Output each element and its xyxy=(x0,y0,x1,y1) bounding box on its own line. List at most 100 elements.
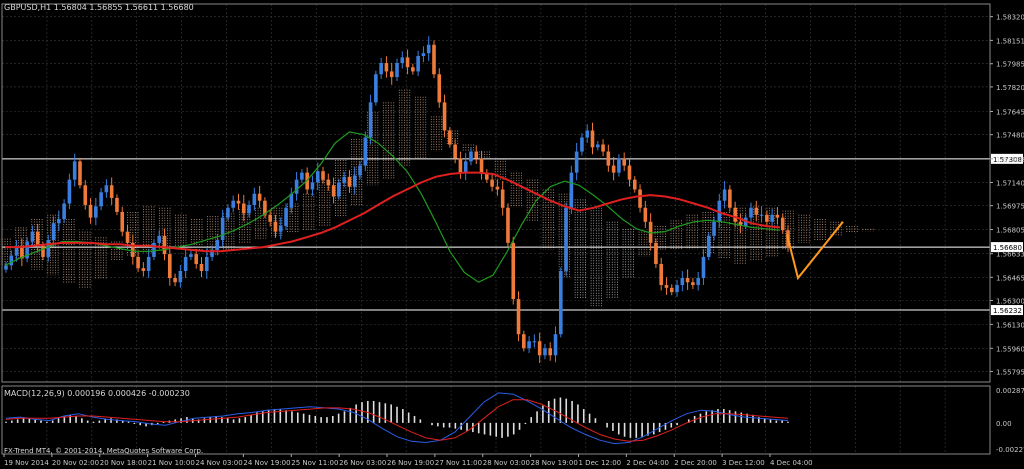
candle-body xyxy=(691,282,695,286)
candle-body xyxy=(701,256,706,279)
candle-body xyxy=(310,182,315,190)
y-tick-label: 1.58151 xyxy=(996,37,1024,45)
candle-body xyxy=(384,63,389,72)
candle-body xyxy=(722,189,727,201)
candle-body xyxy=(527,341,531,349)
y-tick-label: 1.55795 xyxy=(996,368,1024,376)
x-tick-label: 27 Nov 11:00 xyxy=(435,459,482,467)
candle-body xyxy=(669,287,674,293)
candle-body xyxy=(83,185,88,205)
y-tick-label: 1.57645 xyxy=(996,108,1024,116)
x-tick-label: 20 Nov 02:00 xyxy=(52,459,99,467)
candle-body xyxy=(273,221,278,232)
candle-body xyxy=(30,231,35,242)
x-tick-label: 26 Nov 03:00 xyxy=(339,459,386,467)
candle-body xyxy=(574,151,579,173)
candle-body xyxy=(712,221,716,236)
candle-body xyxy=(72,161,77,180)
candle-body xyxy=(236,200,241,204)
candle-body xyxy=(284,207,288,227)
x-tick-label: 3 Dec 12:00 xyxy=(722,459,765,467)
candle-body xyxy=(511,242,516,300)
candle-body xyxy=(770,214,774,222)
candle-body xyxy=(247,204,251,214)
candle-body xyxy=(88,204,93,218)
y-tick-label: 1.57985 xyxy=(996,61,1024,69)
x-tick-label: 24 Nov 03:00 xyxy=(196,459,243,467)
candle-body xyxy=(548,348,553,356)
y-tick-label: 1.57820 xyxy=(996,84,1024,92)
candle-body xyxy=(252,193,257,205)
candle-body xyxy=(109,185,114,198)
candle-body xyxy=(606,151,611,166)
candle-body xyxy=(199,263,204,271)
y-tick-label: 1.56130 xyxy=(996,321,1024,329)
candle-body xyxy=(136,256,140,269)
candle-body xyxy=(51,223,56,241)
candle-body xyxy=(426,44,431,54)
candle-body xyxy=(590,130,595,148)
candle-body xyxy=(706,235,711,257)
candle-body xyxy=(696,278,700,286)
candle-body xyxy=(733,207,737,222)
candle-body xyxy=(680,278,685,286)
candle-body xyxy=(632,179,637,190)
candle-body xyxy=(580,137,584,152)
y-tick-label: 1.56465 xyxy=(996,274,1024,282)
candle-body xyxy=(437,74,442,103)
candle-body xyxy=(57,218,61,224)
candle-body xyxy=(537,341,542,356)
candle-body xyxy=(241,203,246,214)
candle-body xyxy=(99,192,103,207)
candle-body xyxy=(448,130,452,145)
candle-body xyxy=(35,231,40,246)
candle-body xyxy=(500,189,505,208)
candle-body xyxy=(495,186,500,190)
candle-body xyxy=(167,254,172,279)
price-tag-label: 1.56232 xyxy=(993,307,1022,315)
candle-body xyxy=(558,270,563,335)
candle-body xyxy=(146,256,151,271)
candle-body xyxy=(4,265,8,270)
candle-body xyxy=(754,207,759,215)
candle-body xyxy=(622,158,627,166)
candle-body xyxy=(553,334,558,356)
candle-body xyxy=(643,207,648,222)
candle-body xyxy=(611,165,616,173)
candle-body xyxy=(638,189,642,208)
y-tick-label: 1.56805 xyxy=(996,227,1024,235)
x-tick-label: 19 Nov 2014 xyxy=(4,459,49,467)
candle-body xyxy=(453,144,457,159)
candle-body xyxy=(67,179,72,204)
candle-body xyxy=(331,185,336,197)
candle-body xyxy=(220,217,225,241)
candle-body xyxy=(654,242,658,264)
candle-body xyxy=(775,214,780,218)
candle-body xyxy=(226,207,230,218)
candle-body xyxy=(300,172,304,180)
candle-body xyxy=(564,207,568,271)
candle-body xyxy=(358,165,362,176)
candle-body xyxy=(294,179,299,194)
x-tick-label: 2 Dec 20:00 xyxy=(674,459,717,467)
candle-body xyxy=(78,161,82,186)
y-tick-label: 1.55960 xyxy=(996,345,1024,353)
candle-body xyxy=(463,161,468,173)
y-tick-label: 1.57480 xyxy=(996,132,1024,140)
symbol-header: GBPUSD,H1 1.56804 1.56855 1.56611 1.5668… xyxy=(4,3,194,12)
macd-label: MACD(12,26,9) 0.000196 0.000426 -0.00023… xyxy=(4,389,190,398)
y-tick-label: 1.57308 xyxy=(996,156,1024,164)
candle-body xyxy=(257,193,262,201)
candle-body xyxy=(368,102,373,138)
candle-body xyxy=(421,53,426,56)
candle-body xyxy=(759,214,764,216)
candle-body xyxy=(432,44,436,75)
copyright-text: FX-Trend MT4, © 2001-2014, MetaQuotes So… xyxy=(4,447,203,455)
candle-body xyxy=(152,242,156,257)
x-tick-label: 20 Nov 18:00 xyxy=(100,459,147,467)
candle-body xyxy=(532,341,537,343)
x-tick-label: 1 Dec 12:00 xyxy=(579,459,622,467)
candle-body xyxy=(664,285,669,288)
candle-body xyxy=(189,254,193,257)
macd-tick-label: -0.002272 xyxy=(996,446,1024,454)
